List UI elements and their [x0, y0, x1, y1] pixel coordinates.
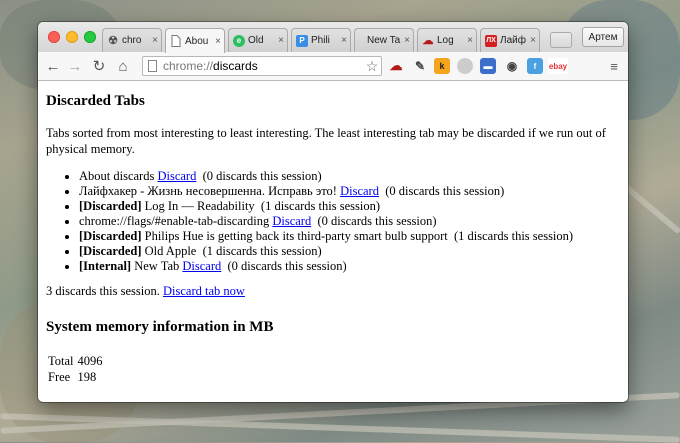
tab-list: About discards Discard (0 discards this … [46, 169, 620, 274]
tab-close-icon[interactable]: × [278, 35, 284, 46]
memory-value: 4096 [77, 354, 103, 368]
table-row: Free 198 [48, 370, 103, 386]
status-label: [Discarded] [79, 199, 142, 213]
tab-close-icon[interactable]: × [530, 35, 536, 46]
tab-title: New Ta [367, 35, 401, 46]
tab-close-icon[interactable]: × [467, 35, 473, 46]
feedly-icon[interactable]: f [527, 58, 543, 74]
discard-link[interactable]: Discard [157, 169, 196, 183]
discard-count: (1 discards this session) [202, 244, 322, 258]
tab-title: New Tab [134, 259, 180, 273]
url-scheme: chrome:// [163, 59, 214, 73]
discard-count: (0 discards this session) [202, 169, 322, 183]
kinja-icon[interactable]: k [434, 58, 450, 74]
status-label: [Internal] [79, 259, 132, 273]
page-title: Discarded Tabs [46, 93, 145, 109]
tab-title: Лайф [500, 35, 526, 46]
tab-philips[interactable]: P Phili × [291, 28, 351, 52]
tab-title: Old Apple [144, 244, 197, 258]
tab-title: Philips Hue is getting back its third-pa… [144, 229, 448, 243]
tab-close-icon[interactable]: × [215, 36, 221, 47]
page-icon [148, 60, 157, 72]
discard-link[interactable]: Discard [182, 259, 221, 273]
tab-old-apple[interactable]: e Old × [228, 28, 288, 52]
toolbar: ← → ↻ ⌂ chrome://discards ☆ ☁ ✎ k ▬ ◉ f … [38, 52, 628, 81]
disabled-extension-icon[interactable] [457, 58, 473, 74]
home-icon[interactable]: ⌂ [114, 57, 132, 75]
close-window-button[interactable] [48, 31, 60, 43]
tab-title: Abou [185, 35, 209, 47]
lh-icon: ЛХ [485, 34, 497, 47]
evernote-icon: e [233, 34, 245, 47]
page-content: Discarded Tabs Tabs sorted from most int… [38, 81, 628, 402]
tab-title: About discards [79, 169, 155, 183]
list-item: chrome://flags/#enable-tab-discarding Di… [79, 214, 620, 229]
tab-title: Log In — Readability [144, 199, 255, 213]
hue-icon: P [296, 34, 308, 47]
tab-close-icon[interactable]: × [341, 35, 347, 46]
ebay-icon[interactable]: ebay [548, 58, 568, 74]
table-row: Total 4096 [48, 354, 103, 370]
list-item: [Discarded] Philips Hue is getting back … [79, 229, 620, 244]
page-icon [170, 35, 182, 47]
forward-arrow-icon[interactable]: → [66, 57, 84, 75]
tab-close-icon[interactable]: × [152, 35, 158, 46]
memory-label: Free [48, 370, 71, 384]
readability-icon: ☁ [422, 35, 434, 47]
tab-readability[interactable]: ☁ Log × [417, 28, 477, 52]
zoom-window-button[interactable] [84, 31, 96, 43]
memory-heading: System memory information in MB [46, 319, 274, 335]
list-item: [Discarded] Log In — Readability (1 disc… [79, 199, 620, 214]
back-arrow-icon[interactable]: ← [44, 57, 62, 75]
memory-label: Total [48, 354, 74, 368]
discard-count: (1 discards this session) [260, 199, 381, 213]
tab-close-icon[interactable]: × [404, 35, 410, 46]
address-bar[interactable]: chrome://discards [142, 56, 382, 76]
discard-count: (1 discards this session) [453, 229, 574, 243]
tab-chrome[interactable]: ☢ chro × [102, 28, 162, 52]
radiation-icon: ☢ [108, 35, 118, 47]
list-item: [Internal] New Tab Discard (0 discards t… [79, 259, 620, 274]
new-tab-button[interactable] [550, 32, 572, 48]
list-item: Лайфхакер - Жизнь несовершенна. Исправь … [79, 184, 620, 199]
readability-icon[interactable]: ☁ [388, 58, 404, 74]
discard-link[interactable]: Discard [340, 184, 379, 198]
minimize-window-button[interactable] [66, 31, 78, 43]
tab-title: Log [437, 35, 454, 46]
discard-count: (0 discards this session) [227, 259, 347, 273]
tab-lifehacker[interactable]: ЛХ Лайф × [480, 28, 540, 52]
list-item: [Discarded] Old Apple (1 discards this s… [79, 244, 620, 259]
list-item: About discards Discard (0 discards this … [79, 169, 620, 184]
tab-title: chro [122, 35, 142, 46]
star-icon[interactable]: ☆ [364, 58, 380, 74]
reload-icon[interactable]: ↻ [90, 57, 108, 75]
discard-summary: 3 discards this session. Discard tab now [46, 284, 620, 299]
tab-title: Лайфхакер - Жизнь несовершенна. Исправь … [79, 184, 337, 198]
pushbullet-icon[interactable]: ▬ [480, 58, 496, 74]
camera-icon[interactable]: ◉ [504, 58, 520, 74]
browser-window: ☢ chro × Abou × e Old × P Phili × New Ta… [38, 22, 628, 402]
evernote-clipper-icon[interactable]: ✎ [412, 58, 428, 74]
discard-count: (0 discards this session) [385, 184, 505, 198]
tab-title: Phili [311, 35, 330, 46]
status-label: [Discarded] [79, 244, 142, 258]
discard-count: (0 discards this session) [317, 214, 437, 228]
memory-table: Total 4096 Free 198 [46, 354, 103, 386]
status-label: [Discarded] [79, 229, 142, 243]
tab-title: chrome://flags/#enable-tab-discarding [79, 214, 270, 228]
summary-text: 3 discards this session. [46, 284, 160, 298]
menu-icon[interactable]: ≡ [606, 58, 622, 74]
page-description: Tabs sorted from most interesting to lea… [46, 126, 606, 156]
tab-new-tab[interactable]: New Ta × [354, 28, 414, 52]
url-host: discards [213, 59, 258, 73]
tab-strip: ☢ chro × Abou × e Old × P Phili × New Ta… [38, 22, 628, 53]
tab-about-discards[interactable]: Abou × [165, 28, 225, 53]
tab-title: Old [248, 35, 264, 46]
discard-link[interactable]: Discard [272, 214, 311, 228]
memory-value: 198 [77, 370, 97, 384]
discard-tab-now-link[interactable]: Discard tab now [163, 284, 245, 298]
profile-button[interactable]: Артем [582, 27, 624, 47]
